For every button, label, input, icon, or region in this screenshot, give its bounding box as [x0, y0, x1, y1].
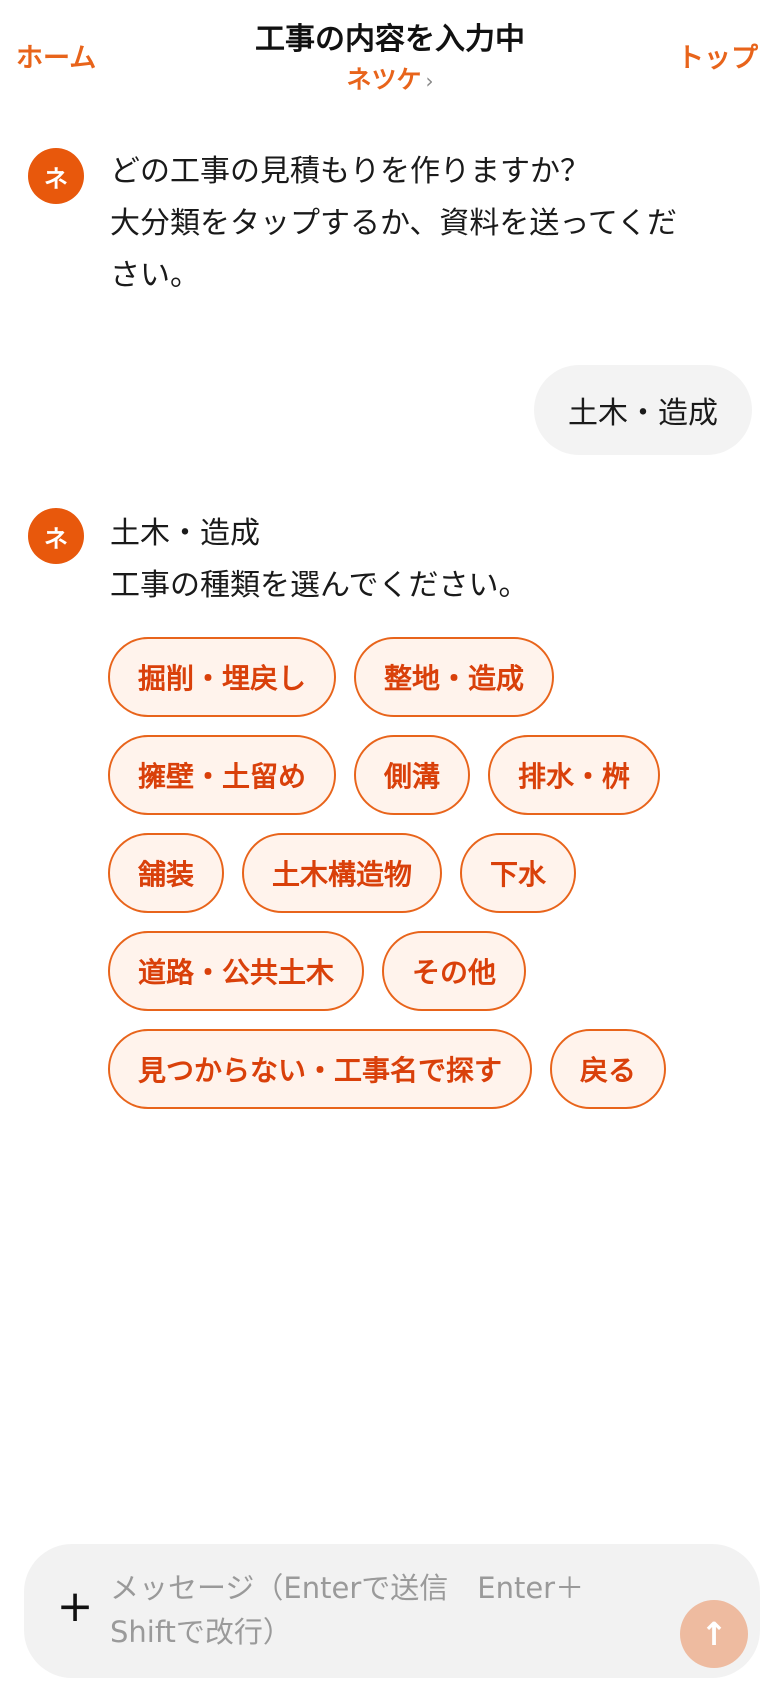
- choice-chip-other[interactable]: その他: [382, 931, 527, 1011]
- page-title: 工事の内容を入力中: [255, 22, 525, 57]
- bot-message: 土木・造成 工事の種類を選んでください。: [110, 508, 750, 612]
- message-input[interactable]: [110, 1566, 630, 1662]
- message-composer: + ↑: [24, 1544, 760, 1678]
- choice-chip-back[interactable]: 戻る: [550, 1029, 667, 1109]
- header: ホーム 工事の内容を入力中 ネツケ › トップ: [0, 0, 780, 110]
- choice-chip-retaining-wall[interactable]: 擁壁・土留め: [108, 735, 337, 815]
- choice-chip-road-public-works[interactable]: 道路・公共土木: [108, 931, 365, 1011]
- choice-chip-drainage[interactable]: 排水・桝: [488, 735, 661, 815]
- top-button[interactable]: トップ: [677, 36, 758, 75]
- bot-avatar: ネ: [28, 148, 84, 204]
- user-message-bubble: 土木・造成: [534, 365, 752, 455]
- choice-chip-civil-structure[interactable]: 土木構造物: [242, 833, 443, 913]
- choice-chip-grading[interactable]: 整地・造成: [354, 637, 555, 717]
- send-button[interactable]: ↑: [680, 1600, 748, 1668]
- assistant-name: ネツケ: [346, 65, 422, 94]
- message-line: 大分類をタップするか、資料を送ってくだ: [110, 206, 677, 241]
- message-line: 工事の種類を選んでください。: [110, 568, 529, 603]
- message-line: どの工事の見積もりを作りますか？: [110, 154, 590, 189]
- choice-chip-excavation[interactable]: 掘削・埋戻し: [108, 637, 337, 717]
- choice-list: 掘削・埋戻し 整地・造成 擁壁・土留め 側溝 排水・桝 舗装 土木構造物 下水 …: [108, 637, 758, 1109]
- assistant-name-link[interactable]: ネツケ ›: [0, 60, 780, 96]
- plus-icon[interactable]: +: [50, 1582, 100, 1632]
- arrow-up-icon: ↑: [700, 1615, 728, 1653]
- chevron-right-icon: ›: [425, 69, 434, 93]
- bot-message: どの工事の見積もりを作りますか？ 大分類をタップするか、資料を送ってくだ さい。: [110, 146, 750, 302]
- message-line: さい。: [110, 258, 200, 293]
- choice-chip-paving[interactable]: 舗装: [108, 833, 225, 913]
- bot-avatar: ネ: [28, 508, 84, 564]
- choice-chip-side-ditch[interactable]: 側溝: [354, 735, 471, 815]
- message-line: 土木・造成: [110, 516, 260, 551]
- choice-chip-sewer[interactable]: 下水: [460, 833, 577, 913]
- choice-chip-search-by-name[interactable]: 見つからない・工事名で探す: [108, 1029, 533, 1109]
